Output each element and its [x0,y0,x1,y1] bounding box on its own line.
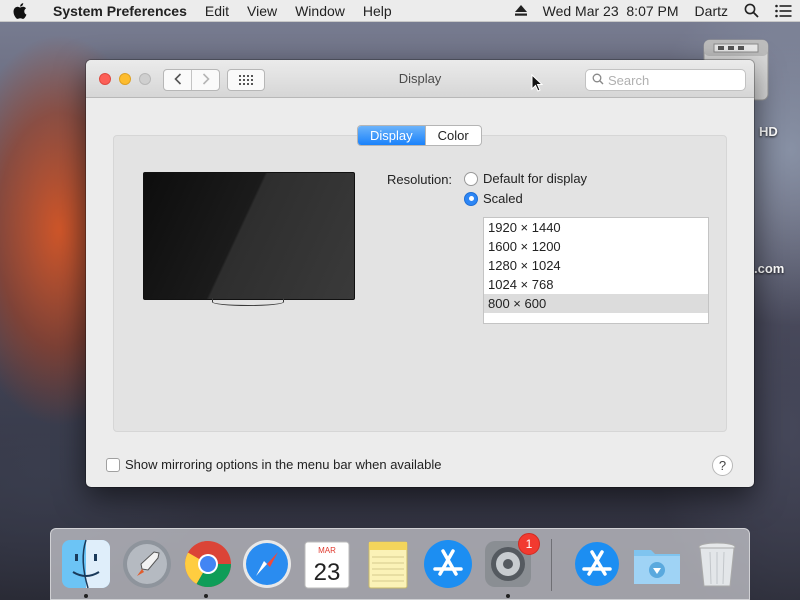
resolution-option-selected[interactable]: 800 × 600 [484,294,708,313]
title-bar: Display [86,60,754,98]
eject-icon[interactable] [507,5,535,16]
radio-button-selected[interactable] [464,191,478,206]
finder-icon[interactable] [60,538,112,590]
resolution-label: Resolution: [387,172,453,187]
running-indicator [84,594,88,598]
search-field[interactable] [585,69,746,91]
menu-help[interactable]: Help [354,3,401,19]
menubar-clock[interactable]: Wed Mar 23 8:07 PM [535,3,687,19]
app-menu-system-preferences[interactable]: System Preferences [40,3,196,19]
notification-center-icon[interactable] [767,4,800,18]
radio-label: Scaled [483,191,523,206]
menu-bar: System Preferences Edit View Window Help… [0,0,800,22]
menu-window[interactable]: Window [286,3,354,19]
calendar-month: MAR [318,546,336,555]
resolution-option[interactable]: 1600 × 1200 [484,237,708,256]
calendar-icon[interactable]: MAR 23 [301,538,353,590]
downloads-folder-icon[interactable] [631,538,683,590]
monitor-stand [212,298,284,306]
menu-edit[interactable]: Edit [196,3,238,19]
radio-scaled[interactable]: Scaled [464,191,523,206]
dock-separator [551,539,552,591]
resolution-list[interactable]: 1920 × 1440 1600 × 1200 1280 × 1024 1024… [483,217,709,324]
notes-icon[interactable] [362,538,414,590]
desktop-item-label: .com [754,261,785,276]
menu-view[interactable]: View [238,3,286,19]
trash-icon[interactable] [691,538,743,590]
safari-icon[interactable] [241,538,293,590]
mouse-cursor-icon [531,73,544,95]
help-button[interactable]: ? [712,455,733,476]
apple-menu-icon[interactable] [0,2,40,19]
spotlight-search-icon[interactable] [736,3,767,18]
applications-folder-icon[interactable] [571,538,623,590]
tab-bar: Display Color [357,125,482,146]
chrome-icon[interactable] [182,538,234,590]
radio-button[interactable] [464,171,478,186]
mirroring-option[interactable]: Show mirroring options in the menu bar w… [106,457,442,472]
display-preferences-window: Display Display Color Resolution: Defaul… [86,60,754,487]
monitor-image [143,172,355,300]
launchpad-icon[interactable] [121,538,173,590]
tab-color[interactable]: Color [424,126,481,145]
hard-drive-label: HD [759,124,778,139]
running-indicator [204,594,208,598]
menubar-user[interactable]: Dartz [687,3,736,19]
notification-badge: 1 [518,533,540,555]
calendar-day: 23 [314,559,341,586]
mirroring-label: Show mirroring options in the menu bar w… [125,457,442,472]
running-indicator [506,594,510,598]
mirroring-checkbox[interactable] [106,457,120,472]
system-preferences-icon[interactable]: 1 [482,533,540,590]
resolution-option[interactable]: 1024 × 768 [484,275,708,294]
radio-label: Default for display [483,171,588,186]
search-icon [592,73,604,88]
dock: MAR 23 1 [50,528,750,600]
tab-display[interactable]: Display [358,126,425,145]
resolution-option[interactable]: 1920 × 1440 [484,218,708,237]
radio-default-for-display[interactable]: Default for display [464,171,587,186]
search-input[interactable] [608,72,738,88]
resolution-option[interactable]: 1280 × 1024 [484,256,708,275]
app-store-icon[interactable] [422,538,474,590]
